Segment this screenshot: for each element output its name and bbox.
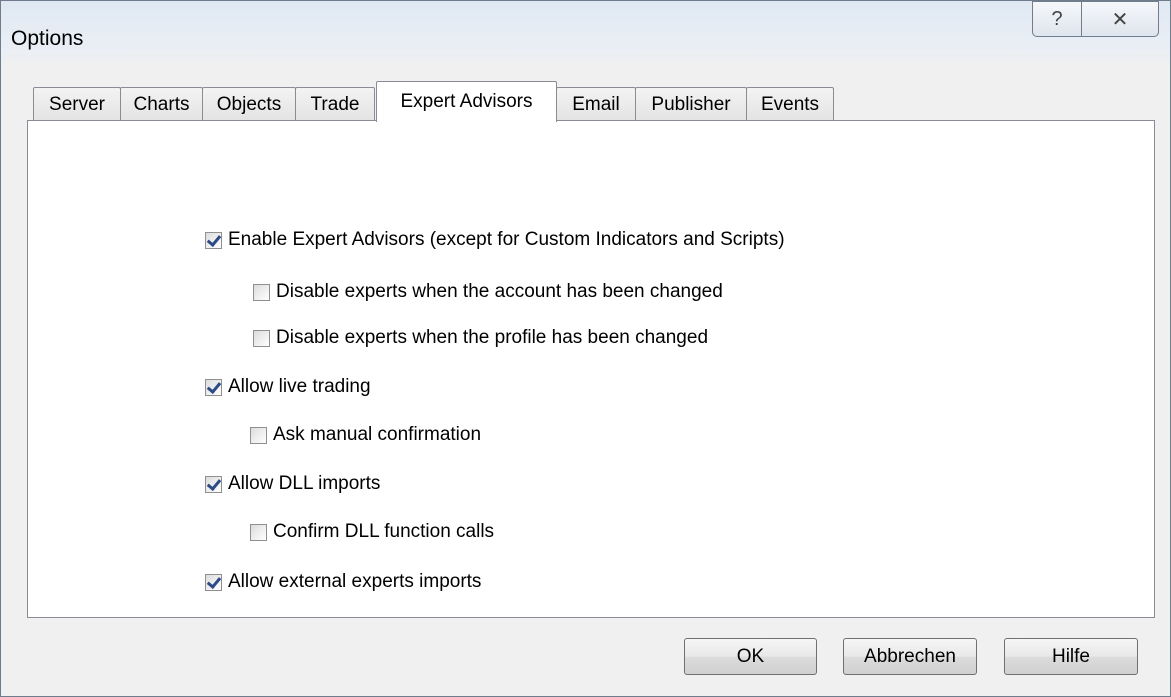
checkbox[interactable] — [250, 426, 267, 444]
question-mark-icon: ? — [1051, 7, 1063, 30]
checkbox[interactable] — [205, 475, 222, 493]
option-label: Allow live trading — [228, 376, 371, 397]
option-disable-on-account-change[interactable]: Disable experts when the account has bee… — [253, 281, 723, 303]
option-allow-live-trading[interactable]: Allow live trading — [205, 376, 371, 398]
option-label: Disable experts when the profile has bee… — [276, 327, 709, 348]
ok-button[interactable]: OK — [684, 638, 817, 675]
button-label: OK — [736, 645, 765, 667]
tab-objects[interactable]: Objects — [202, 87, 296, 121]
tab-label: Email — [572, 93, 620, 115]
title-bar: Options ? ✕ — [1, 1, 1170, 71]
dialog-client-area: Server Charts Objects Trade Expert Advis… — [7, 63, 1165, 692]
tab-label: Expert Advisors — [400, 91, 533, 112]
button-label: Hilfe — [1051, 645, 1090, 667]
expert-advisors-panel: Enable Expert Advisors (except for Custo… — [27, 120, 1155, 618]
help-button[interactable]: Hilfe — [1004, 638, 1138, 675]
tab-email[interactable]: Email — [556, 87, 636, 121]
tab-label: Objects — [216, 93, 282, 115]
option-label: Disable experts when the account has bee… — [276, 281, 723, 302]
option-label: Confirm DLL function calls — [273, 521, 495, 542]
tab-events[interactable]: Events — [746, 87, 834, 121]
checkbox[interactable] — [205, 378, 222, 396]
tab-charts[interactable]: Charts — [120, 87, 203, 121]
close-button[interactable]: ✕ — [1081, 1, 1159, 37]
cancel-button[interactable]: Abbrechen — [843, 638, 977, 675]
option-label: Enable Expert Advisors (except for Custo… — [228, 229, 785, 250]
tab-label: Server — [49, 93, 105, 115]
tab-label: Trade — [310, 93, 360, 115]
option-label: Ask manual confirmation — [273, 424, 482, 445]
checkbox[interactable] — [253, 329, 270, 347]
option-label: Allow external experts imports — [228, 571, 482, 592]
option-label: Allow DLL imports — [228, 473, 381, 494]
option-confirm-dll-calls[interactable]: Confirm DLL function calls — [250, 521, 494, 543]
tab-server[interactable]: Server — [33, 87, 121, 121]
checkbox[interactable] — [250, 523, 267, 541]
button-label: Abbrechen — [864, 645, 956, 667]
option-disable-on-profile-change[interactable]: Disable experts when the profile has bee… — [253, 327, 708, 349]
checkbox[interactable] — [205, 231, 222, 249]
window-title: Options — [11, 27, 84, 50]
help-caption-button[interactable]: ? — [1032, 1, 1082, 37]
option-enable-expert-advisors[interactable]: Enable Expert Advisors (except for Custo… — [205, 229, 785, 251]
tab-publisher[interactable]: Publisher — [635, 87, 747, 121]
options-dialog: Options ? ✕ Server Charts Objects Trade … — [0, 0, 1171, 697]
option-allow-dll-imports[interactable]: Allow DLL imports — [205, 473, 380, 495]
option-allow-external-experts-imports[interactable]: Allow external experts imports — [205, 571, 481, 593]
tab-label: Charts — [133, 93, 190, 115]
checkbox[interactable] — [205, 573, 222, 591]
checkbox[interactable] — [253, 283, 270, 301]
tab-expert-advisors[interactable]: Expert Advisors — [376, 81, 557, 122]
tab-label: Publisher — [651, 93, 731, 115]
close-icon: ✕ — [1111, 8, 1129, 31]
tab-trade[interactable]: Trade — [295, 87, 375, 121]
tab-label: Events — [760, 93, 820, 115]
option-ask-manual-confirmation[interactable]: Ask manual confirmation — [250, 424, 481, 446]
